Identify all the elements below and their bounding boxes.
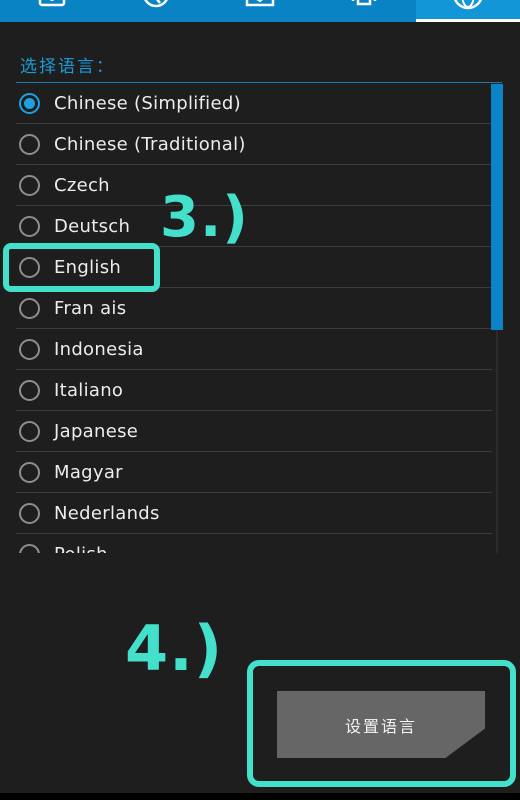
step-3-annotation: 3.) <box>160 185 249 250</box>
section-title: 选择语言： <box>20 57 115 77</box>
sync-icon <box>245 0 275 14</box>
step-4-annotation: 4.) <box>125 612 224 685</box>
language-option-label: Polish <box>54 544 108 554</box>
language-option-label: Italiano <box>54 379 124 401</box>
globe-icon <box>451 0 485 14</box>
radio-unselected-icon[interactable] <box>19 338 40 360</box>
radio-unselected-icon[interactable] <box>19 215 40 237</box>
radio-unselected-icon[interactable] <box>19 133 40 155</box>
language-option-label: Indonesia <box>54 338 144 360</box>
language-option-label: Czech <box>54 174 110 196</box>
tab-timer[interactable] <box>104 0 208 22</box>
language-option-label: Chinese (Traditional) <box>54 133 246 155</box>
language-option[interactable]: Indonesia <box>16 329 492 370</box>
radio-unselected-icon[interactable] <box>19 461 40 483</box>
language-option-label: Fran ais <box>54 297 127 319</box>
scrollbar-thumb[interactable] <box>491 84 503 330</box>
language-option-label: Nederlands <box>54 502 160 524</box>
top-tab-bar <box>0 0 520 22</box>
english-highlight-box <box>3 243 160 292</box>
settings-app-icon <box>37 0 67 14</box>
radio-unselected-icon[interactable] <box>19 297 40 319</box>
language-option-label: Chinese (Simplified) <box>54 92 241 114</box>
language-option-label: Japanese <box>54 420 139 442</box>
language-option[interactable]: Japanese <box>16 411 492 452</box>
tab-vibrate[interactable] <box>312 0 416 22</box>
language-option-label: Magyar <box>54 461 123 483</box>
language-option[interactable]: Chinese (Traditional) <box>16 124 492 165</box>
radio-unselected-icon[interactable] <box>19 543 40 553</box>
language-option[interactable]: Italiano <box>16 370 492 411</box>
radio-unselected-icon[interactable] <box>19 420 40 442</box>
language-option[interactable]: Fran ais <box>16 288 492 329</box>
language-option[interactable]: Magyar <box>16 452 492 493</box>
language-list[interactable]: Chinese (Simplified) Chinese (Traditional… <box>16 83 492 553</box>
language-option-label: Deutsch <box>54 215 131 237</box>
radio-unselected-icon[interactable] <box>19 379 40 401</box>
bottom-bar <box>0 793 520 800</box>
radio-unselected-icon[interactable] <box>19 502 40 524</box>
set-language-highlight-box <box>247 660 516 787</box>
radio-selected-icon[interactable] <box>19 92 40 114</box>
language-option[interactable]: Polish <box>16 534 492 553</box>
vibrate-icon <box>346 0 382 14</box>
language-option[interactable]: Nederlands <box>16 493 492 534</box>
tab-device-settings[interactable] <box>0 0 104 22</box>
language-option[interactable]: Deutsch <box>16 206 492 247</box>
radio-unselected-icon[interactable] <box>19 174 40 196</box>
tab-language[interactable] <box>416 0 520 22</box>
language-option[interactable]: Chinese (Simplified) <box>16 83 492 124</box>
tab-sync[interactable] <box>208 0 312 22</box>
language-option[interactable]: Czech <box>16 165 492 206</box>
timer-icon <box>141 0 171 14</box>
